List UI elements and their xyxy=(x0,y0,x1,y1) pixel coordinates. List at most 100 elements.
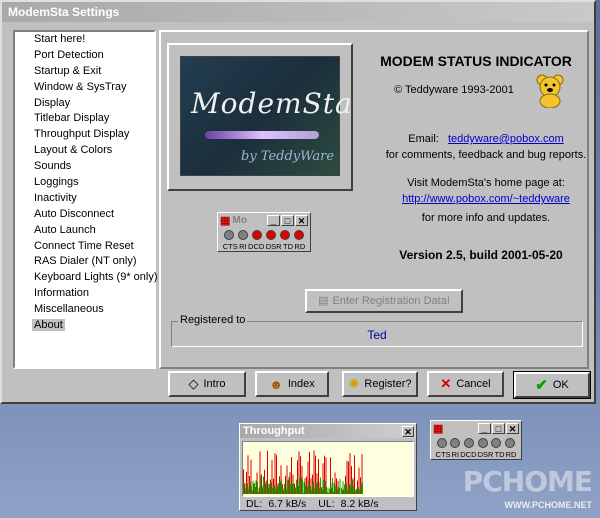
sidebar-item-inactivity[interactable]: Inactivity xyxy=(15,191,154,207)
throughput-window[interactable]: Throughput ✕ DL: 6.7 kB/s UL: 8.2 kB/s xyxy=(239,423,417,511)
download-bar xyxy=(313,450,315,494)
checkmark-icon: ✔ xyxy=(535,377,548,394)
upload-bar xyxy=(314,488,315,494)
enter-registration-button[interactable]: ▤ Enter Registration Data! xyxy=(305,289,463,313)
register-button[interactable]: ✺ Register? xyxy=(342,371,418,397)
upload-bar xyxy=(353,486,354,494)
email-label: Email: xyxy=(408,133,439,145)
upload-bar xyxy=(351,479,353,494)
sidebar-item-display[interactable]: Display xyxy=(15,96,154,112)
sidebar-item-label: Loggings xyxy=(34,176,79,189)
tray-led-ri xyxy=(450,438,461,448)
sidebar-item-throughput-display[interactable]: Throughput Display xyxy=(15,127,154,143)
email-link[interactable]: teddyware@pobox.com xyxy=(448,133,564,145)
sidebar-item-label: RAS Dialer (NT only) xyxy=(34,255,137,268)
download-bar xyxy=(354,455,355,494)
sidebar-item-auto-disconnect[interactable]: Auto Disconnect xyxy=(15,207,154,223)
cancel-button[interactable]: ✕ Cancel xyxy=(427,371,504,397)
home-page-note: for more info and updates. xyxy=(421,212,551,224)
upload-bar xyxy=(248,488,249,494)
sidebar-item-miscellaneous[interactable]: Miscellaneous xyxy=(15,302,154,318)
sidebar-item-start-here[interactable]: Start here! xyxy=(15,32,154,48)
sidebar-item-auto-launch[interactable]: Auto Launch xyxy=(15,223,154,239)
upload-bar xyxy=(329,488,330,494)
upload-bar xyxy=(258,487,260,494)
maximize-icon[interactable]: □ xyxy=(492,423,505,434)
upload-bar xyxy=(350,485,351,494)
upload-bar xyxy=(257,482,258,494)
mini-led-dcd xyxy=(252,230,262,240)
upload-bar xyxy=(290,483,291,494)
intro-button[interactable]: ◇ Intro xyxy=(168,371,246,397)
sidebar-item-startup-exit[interactable]: Startup & Exit xyxy=(15,64,154,80)
sidebar-item-loggings[interactable]: Loggings xyxy=(15,175,154,191)
copyright-text: © Teddyware 1993-2001 xyxy=(394,84,514,96)
sidebar-item-label: About xyxy=(32,319,65,332)
mini-led-label-dsr: DSR xyxy=(265,242,282,251)
minimize-icon[interactable]: _ xyxy=(478,423,491,434)
mini-led-ri xyxy=(238,230,248,240)
sun-icon: ✺ xyxy=(348,376,360,391)
settings-category-list[interactable]: Start here! Port Detection Startup & Exit W… xyxy=(13,30,158,369)
index-label: Index xyxy=(287,378,315,390)
sidebar-item-label: Titlebar Display xyxy=(34,112,110,125)
upload-bar xyxy=(270,482,272,494)
upload-bar xyxy=(315,483,317,494)
download-bar xyxy=(346,460,348,494)
sidebar-item-port-detection[interactable]: Port Detection xyxy=(15,48,154,64)
upload-bar xyxy=(324,480,326,494)
index-button[interactable]: ☻ Index xyxy=(255,371,329,397)
ok-button[interactable]: ✔ OK xyxy=(513,371,591,399)
upload-label: UL: xyxy=(318,498,335,510)
sidebar-item-label: Throughput Display xyxy=(34,128,130,141)
mini-led-label-rd: RD xyxy=(294,242,306,251)
sidebar-item-connect-time-reset[interactable]: Connect Time Reset xyxy=(15,239,154,255)
sidebar-item-layout-colors[interactable]: Layout & Colors xyxy=(15,143,154,159)
upload-bar xyxy=(357,487,359,494)
upload-bar xyxy=(317,481,318,494)
tray-led-row xyxy=(431,436,521,448)
title-bar[interactable]: ModemSta Settings xyxy=(2,2,594,22)
upload-bar xyxy=(252,480,254,494)
home-page-link[interactable]: http://www.pobox.com/~teddyware xyxy=(402,193,570,205)
sidebar-item-keyboard-lights-9-only[interactable]: Keyboard Lights (9* only) xyxy=(15,270,158,286)
sidebar-item-label: Auto Disconnect xyxy=(34,207,115,220)
sidebar-item-ras-dialer-nt-only[interactable]: RAS Dialer (NT only) xyxy=(15,254,154,270)
sidebar-item-about[interactable]: About xyxy=(15,318,154,334)
close-icon[interactable]: ✕ xyxy=(402,425,414,437)
minimize-icon: _ xyxy=(267,215,280,226)
mini-led-label-ri: RI xyxy=(239,242,247,251)
cancel-label: Cancel xyxy=(456,378,491,390)
sidebar-item-titlebar-display[interactable]: Titlebar Display xyxy=(15,111,154,127)
sidebar-item-sounds[interactable]: Sounds xyxy=(15,159,154,175)
upload-bar xyxy=(299,477,300,494)
intro-label: Intro xyxy=(203,378,226,390)
upload-bar xyxy=(264,484,266,494)
download-rate: 6.7 kB/s xyxy=(268,498,307,510)
sidebar-item-window-systray[interactable]: Window & SysTray xyxy=(15,80,154,96)
throughput-title-bar[interactable]: Throughput ✕ xyxy=(240,424,416,438)
upload-bar xyxy=(356,488,357,494)
modem-icon: ▦ xyxy=(220,215,231,227)
upload-bar xyxy=(332,478,333,494)
upload-bar xyxy=(335,486,336,494)
sidebar-item-information[interactable]: Information xyxy=(15,286,154,302)
sidebar-item-label: Keyboard Lights (9* only) xyxy=(34,271,158,284)
tray-led-label-dsr: DSR xyxy=(477,450,494,459)
download-label: DL: xyxy=(246,498,263,510)
close-icon[interactable]: ✕ xyxy=(506,423,519,434)
throughput-title: Throughput xyxy=(243,425,305,437)
mini-led-rd xyxy=(294,230,304,240)
upload-bar xyxy=(320,477,321,494)
tray-indicator[interactable]: ▦ _ □ ✕ CTS RI DCD DSR TD RD xyxy=(430,420,522,460)
logo-text: ModemSta xyxy=(191,87,353,120)
mini-led-labels: CTS RI DCD DSR TD RD xyxy=(218,240,310,251)
pchome-watermark-url: WWW.PCHOME.NET xyxy=(504,500,593,510)
upload-bar xyxy=(342,481,344,494)
teddy-bear-icon xyxy=(535,74,565,111)
download-bar xyxy=(274,453,276,494)
registration-icon: ▤ xyxy=(318,295,329,307)
settings-dialog: ModemSta Settings Start here! Port Detect… xyxy=(0,0,596,404)
pchome-watermark: PCHOME xyxy=(462,465,593,498)
tray-led-td xyxy=(491,438,502,448)
